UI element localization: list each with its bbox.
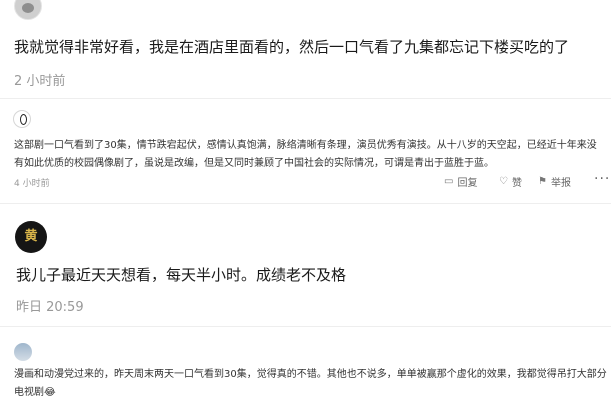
comment-text: 漫画和动漫党过来的，昨天周末两天一口气看到30集，觉得真的不错。其他也不说多，单… (14, 369, 607, 398)
comment-timestamp: 昨日 20:59 (16, 300, 84, 315)
thumbs-up-icon: ♡ (499, 175, 508, 187)
user-avatar[interactable]: 黄 (15, 221, 47, 253)
report-button[interactable]: ⚑ 举报 (538, 174, 571, 189)
comment-timestamp: 4 小时前 (14, 179, 50, 189)
reply-label: 回复 (457, 177, 478, 189)
user-avatar[interactable] (13, 110, 31, 128)
comment-text: 我儿子最近天天想看，每天半小时。成绩老不及格 (16, 266, 347, 284)
user-avatar[interactable] (14, 0, 42, 20)
divider (0, 203, 611, 204)
user-avatar[interactable] (14, 343, 32, 361)
comment-icon: ▭ (444, 175, 454, 187)
report-label: 举报 (550, 177, 571, 189)
flag-icon: ⚑ (538, 175, 547, 187)
comment-text: 这部剧一口气看到了30集，情节跌宕起伏，感情认真饱满，脉络清晰有条理，演员优秀有… (14, 140, 597, 169)
divider (0, 326, 611, 327)
reply-button[interactable]: ▭ 回复 (444, 174, 478, 189)
comment-text: 我就觉得非常好看，我是在酒店里面看的，然后一口气看了九集都忘记下楼买吃的了 (14, 38, 570, 56)
like-label: 赞 (511, 177, 522, 189)
more-options-button[interactable]: ··· (594, 171, 610, 187)
divider (0, 98, 611, 99)
comment-timestamp: 2 小时前 (14, 74, 66, 89)
like-button[interactable]: ♡ 赞 (499, 174, 522, 189)
